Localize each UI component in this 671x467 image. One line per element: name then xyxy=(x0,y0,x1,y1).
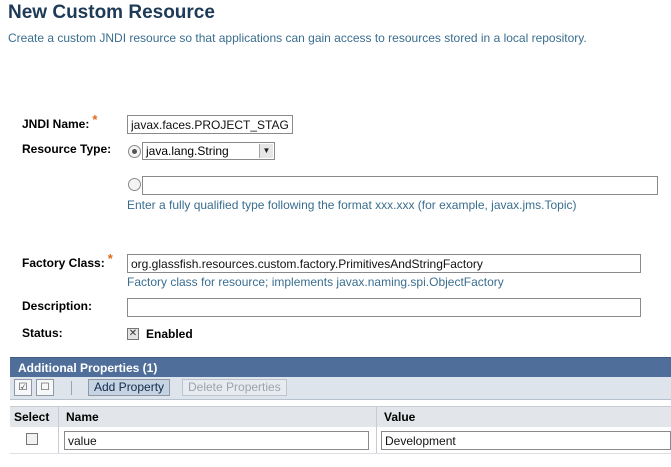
properties-table-header: Additional Properties (1) xyxy=(10,357,671,378)
required-marker: * xyxy=(107,251,113,266)
select-all-icon[interactable]: ☑ xyxy=(14,379,32,396)
property-name-input[interactable] xyxy=(64,431,369,450)
resource-type-select-value: java.lang.String xyxy=(146,144,229,158)
checkmark-icon: ✕ xyxy=(128,328,138,339)
factory-class-input[interactable] xyxy=(127,254,641,273)
row-select-checkbox[interactable] xyxy=(26,433,38,445)
required-marker: * xyxy=(92,112,98,127)
resource-type-select[interactable]: java.lang.String ▼ xyxy=(142,142,275,160)
resource-type-help: Enter a fully qualified type following t… xyxy=(127,198,577,212)
column-divider xyxy=(58,407,59,427)
factory-class-help: Factory class for resource; implements j… xyxy=(127,275,504,289)
enabled-checkbox[interactable]: ✕ xyxy=(127,328,139,340)
page-title: New Custom Resource xyxy=(8,2,215,23)
column-header-name[interactable]: Name xyxy=(66,410,99,424)
jndi-name-label: JNDI Name: * xyxy=(22,112,97,131)
status-label: Status: xyxy=(22,326,63,340)
resource-type-custom-input[interactable] xyxy=(142,176,658,195)
chevron-down-icon: ▼ xyxy=(259,144,273,158)
resource-type-predefined-radio[interactable] xyxy=(128,145,141,158)
jndi-name-label-text: JNDI Name: xyxy=(22,117,90,131)
factory-class-label-text: Factory Class: xyxy=(22,256,105,270)
column-divider xyxy=(376,407,377,427)
deselect-all-icon[interactable]: ☐ xyxy=(36,379,54,396)
column-divider xyxy=(376,427,377,453)
column-header-value[interactable]: Value xyxy=(384,410,415,424)
column-header-select[interactable]: Select xyxy=(14,410,49,424)
description-label: Description: xyxy=(22,299,93,313)
resource-type-custom-radio[interactable] xyxy=(128,178,141,191)
enabled-label: Enabled xyxy=(146,327,193,341)
jndi-name-input[interactable] xyxy=(127,115,293,134)
resource-type-label: Resource Type: xyxy=(22,142,112,156)
property-value-input[interactable] xyxy=(381,431,671,450)
description-input[interactable] xyxy=(127,298,641,317)
table-row xyxy=(10,427,671,454)
properties-table-column-header: Select Name Value xyxy=(10,406,671,428)
properties-table-title: Additional Properties (1) xyxy=(18,361,158,375)
add-property-button[interactable]: Add Property xyxy=(88,379,171,396)
properties-toolbar: ☑ ☐ Add Property Delete Properties xyxy=(10,377,671,400)
column-divider xyxy=(58,427,59,453)
page-description: Create a custom JNDI resource so that ap… xyxy=(8,31,587,45)
toolbar-separator xyxy=(71,381,72,395)
factory-class-label: Factory Class: * xyxy=(22,251,113,270)
delete-properties-button[interactable]: Delete Properties xyxy=(182,379,287,396)
